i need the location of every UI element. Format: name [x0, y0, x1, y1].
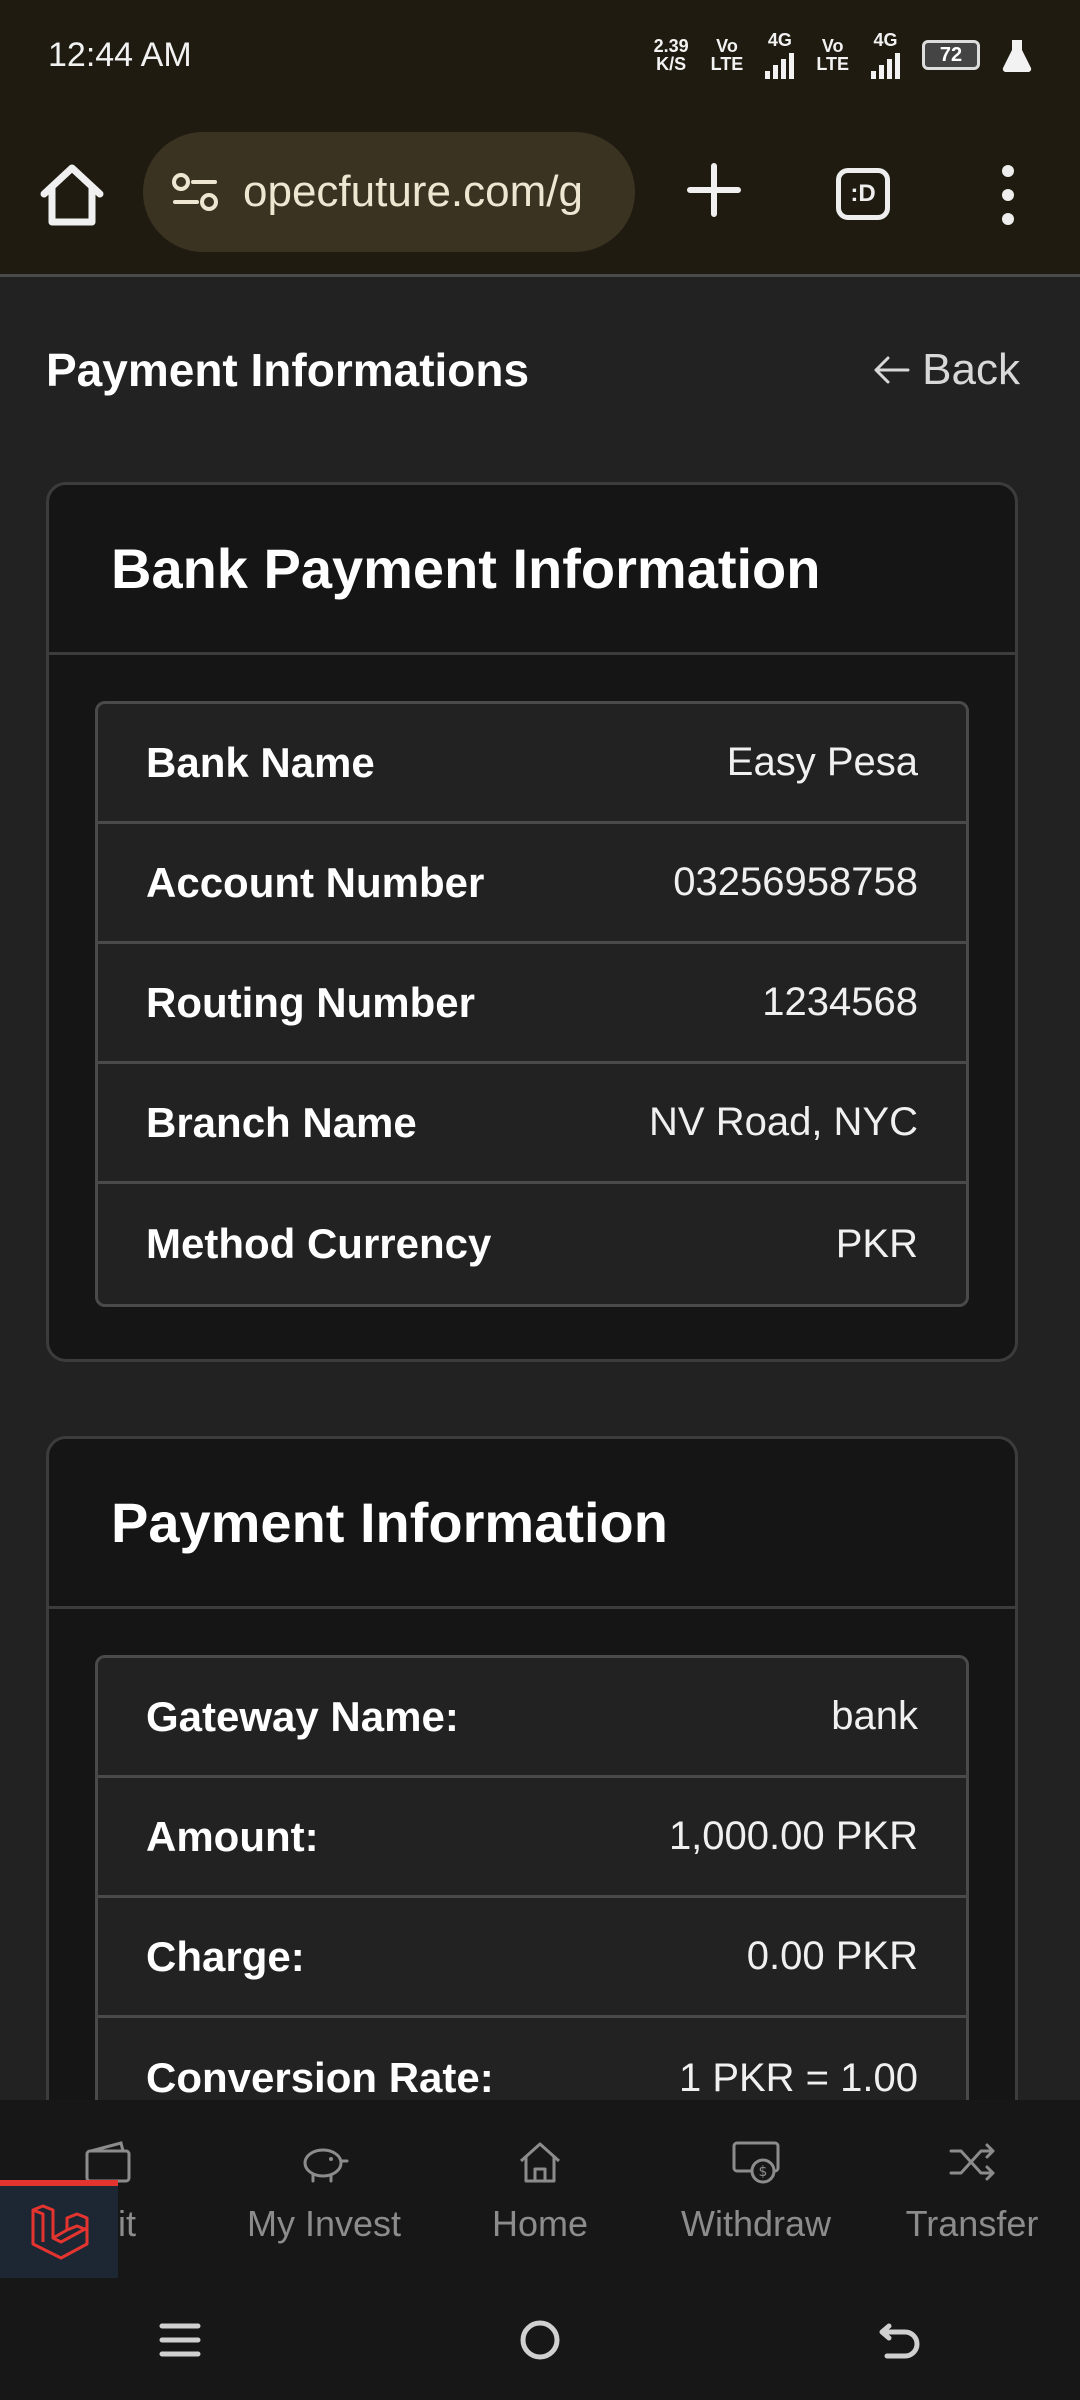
- home-system-button[interactable]: [510, 2310, 570, 2370]
- status-bar: 12:44 AM 2.39 K/S Vo LTE 4G Vo LTE 4G 72: [0, 0, 1080, 110]
- nav-item-my-invest[interactable]: My Invest: [216, 2135, 432, 2245]
- row-value: 1 PKR = 1.00: [678, 2055, 918, 2100]
- status-icons: 2.39 K/S Vo LTE 4G Vo LTE 4G 72: [654, 31, 1032, 79]
- row-label: Method Currency: [146, 1220, 492, 1267]
- arrow-left-icon: [874, 356, 910, 384]
- piggy-bank-icon: [303, 2148, 349, 2183]
- new-tab-icon[interactable]: [684, 160, 744, 220]
- battery-icon: 72: [922, 40, 980, 70]
- bottom-nav: osit My Invest Home $ Withdraw Transfer: [0, 2100, 1080, 2280]
- recent-apps-button[interactable]: [150, 2310, 210, 2370]
- row-value: 0.00 PKR: [746, 1934, 918, 1978]
- status-time: 12:44 AM: [48, 35, 192, 74]
- row-label: Charge:: [146, 1932, 305, 1980]
- signal-icon-1: 4G: [765, 31, 795, 79]
- nav-item-withdraw[interactable]: $ Withdraw: [648, 2135, 864, 2245]
- cash-icon: $: [732, 2141, 780, 2184]
- page-header: Payment Informations Back: [46, 340, 1020, 400]
- row-label: Amount:: [146, 1812, 319, 1860]
- payment-card-title: Payment Information: [49, 1439, 1015, 1609]
- net-speed: 2.39 K/S: [653, 36, 689, 74]
- shuffle-icon: [949, 2143, 995, 2181]
- volte-indicator-2: Vo LTE: [816, 36, 849, 74]
- row-value: bank: [831, 1694, 918, 1738]
- more-options-icon[interactable]: [998, 165, 1018, 225]
- site-settings-icon[interactable]: [169, 166, 221, 218]
- nav-item-transfer[interactable]: Transfer: [864, 2135, 1080, 2245]
- table-row: Method Currency PKR: [98, 1184, 966, 1304]
- laravel-debugbar-badge[interactable]: [0, 2180, 118, 2278]
- nav-item-home[interactable]: Home: [432, 2135, 648, 2245]
- row-value: 1,000.00 PKR: [668, 1814, 918, 1858]
- bank-info-table: Bank Name Easy Pesa Account Number 03256…: [95, 701, 969, 1307]
- browser-toolbar: opecfuture.com/g :D: [0, 110, 1080, 277]
- table-row: Branch Name NV Road, NYC: [98, 1064, 966, 1184]
- table-row: Bank Name Easy Pesa: [98, 704, 966, 824]
- tab-switcher-button[interactable]: :D: [836, 168, 890, 220]
- table-row: Charge: 0.00 PKR: [98, 1898, 966, 2018]
- table-row: Routing Number 1234568: [98, 944, 966, 1064]
- row-label: Bank Name: [146, 738, 375, 786]
- flask-icon: [1002, 40, 1032, 72]
- row-label: Branch Name: [146, 1098, 417, 1146]
- row-value: NV Road, NYC: [649, 1100, 918, 1144]
- table-row: Gateway Name: bank: [98, 1658, 966, 1778]
- payment-info-table: Gateway Name: bank Amount: 1,000.00 PKR …: [95, 1655, 969, 2141]
- back-arrow-icon: [879, 2323, 920, 2359]
- laravel-logo-icon: [31, 2204, 89, 2260]
- page-title: Payment Informations: [46, 344, 530, 396]
- url-bar[interactable]: opecfuture.com/g: [143, 132, 635, 252]
- row-value: PKR: [835, 1221, 918, 1266]
- system-nav-bar: [0, 2280, 1080, 2400]
- row-value: 03256958758: [673, 860, 918, 904]
- signal-icon-2: 4G: [871, 31, 900, 79]
- row-label: Account Number: [146, 858, 485, 906]
- row-value: Easy Pesa: [726, 740, 918, 784]
- svg-text:$: $: [759, 2164, 768, 2180]
- url-text[interactable]: opecfuture.com/g: [243, 167, 583, 217]
- back-link[interactable]: Back: [872, 345, 1020, 395]
- home-icon[interactable]: [36, 160, 108, 230]
- home-icon: [519, 2142, 561, 2183]
- volte-indicator-1: Vo LTE: [710, 36, 744, 74]
- menu-icon: [159, 2323, 201, 2357]
- row-label: Conversion Rate:: [146, 2054, 494, 2101]
- bank-card-title: Bank Payment Information: [49, 485, 1015, 655]
- row-value: 1234568: [762, 980, 918, 1024]
- payment-info-card: Payment Information Gateway Name: bank A…: [46, 1436, 1018, 2156]
- circle-home-icon: [520, 2320, 560, 2360]
- table-row: Amount: 1,000.00 PKR: [98, 1778, 966, 1898]
- back-system-button[interactable]: [870, 2310, 930, 2370]
- row-label: Routing Number: [146, 978, 475, 1026]
- table-row: Account Number 03256958758: [98, 824, 966, 944]
- bank-payment-card: Bank Payment Information Bank Name Easy …: [46, 482, 1018, 1362]
- row-label: Gateway Name:: [146, 1692, 459, 1740]
